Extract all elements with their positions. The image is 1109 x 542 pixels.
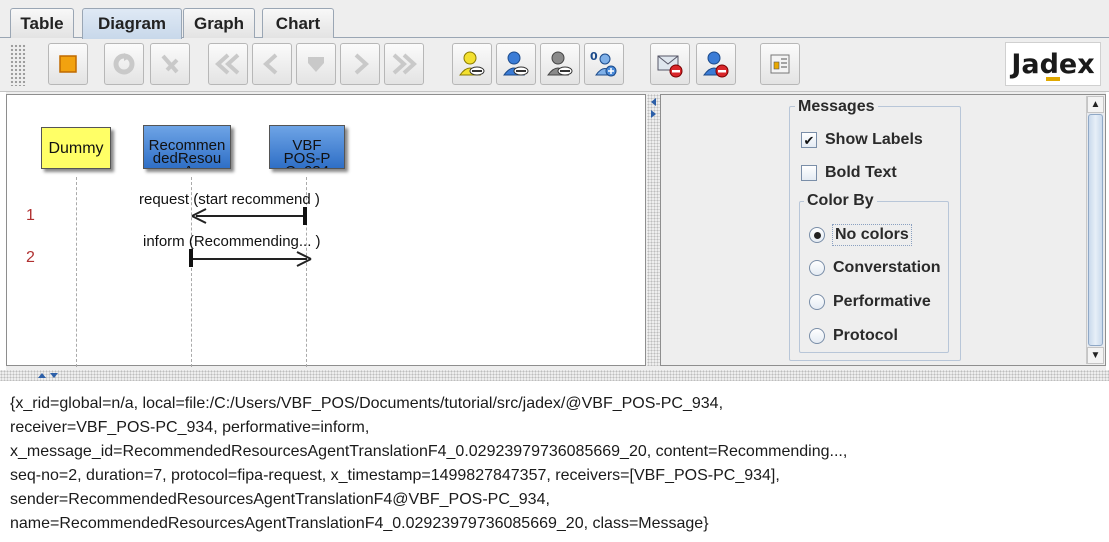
- stop-step-icon: [308, 57, 324, 72]
- previous-icon: [263, 53, 278, 75]
- scroll-thumb[interactable]: [1088, 114, 1103, 346]
- color-by-group-title: Color By: [804, 192, 877, 210]
- agent-label-recommender: Recommen dedResou rcesAgen: [148, 137, 226, 168]
- agent-filter-yellow-icon: [459, 51, 485, 76]
- message-arrow[interactable]: [183, 247, 315, 273]
- message-remove-icon: [657, 55, 683, 78]
- first-button[interactable]: [208, 43, 248, 85]
- last-icon: [392, 53, 417, 75]
- agent-filter-grey-icon: [547, 51, 573, 76]
- bold-text-checkbox[interactable]: Bold Text: [801, 164, 897, 182]
- show-labels-label: Show Labels: [825, 131, 923, 148]
- tab-chart[interactable]: Chart: [262, 8, 334, 38]
- horizontal-split-divider[interactable]: [0, 370, 1109, 381]
- radio-conversation[interactable]: Converstation: [809, 259, 941, 277]
- refresh-icon: [113, 53, 135, 75]
- logo-text: Jadex: [1011, 48, 1095, 80]
- radio-protocol[interactable]: Protocol: [809, 327, 898, 345]
- scroll-up-icon[interactable]: ▲: [1087, 96, 1104, 113]
- refresh-button[interactable]: [104, 43, 144, 85]
- divider-arrows-icon[interactable]: [36, 372, 64, 380]
- sequence-diagram[interactable]: Dummy Recommen dedResou rcesAgen VBF POS…: [6, 94, 646, 367]
- radio-label: Protocol: [833, 327, 898, 344]
- tab-table[interactable]: Table: [10, 8, 74, 38]
- radio-no-colors[interactable]: No colors: [809, 224, 912, 246]
- stop-icon: [59, 55, 77, 73]
- previous-button[interactable]: [252, 43, 292, 85]
- first-icon: [215, 53, 240, 75]
- logo-accent: [1046, 77, 1060, 81]
- row-number: 1: [26, 207, 35, 224]
- agent-box-recommender[interactable]: Recommen dedResou rcesAgen: [143, 125, 231, 169]
- messages-group-title: Messages: [795, 98, 878, 116]
- last-button[interactable]: [384, 43, 424, 85]
- row-number: 2: [26, 249, 35, 266]
- properties-icon: [770, 54, 790, 74]
- main-split-pane: Dummy Recommen dedResou rcesAgen VBF POS…: [6, 92, 1106, 370]
- options-panel: Messages ✔ Show Labels Bold Text Color B…: [660, 94, 1106, 366]
- agent-box-dummy[interactable]: Dummy: [41, 127, 111, 169]
- toolbar: 0 Jadex: [0, 38, 1109, 92]
- svg-text:0: 0: [590, 50, 598, 63]
- radio-label: Performative: [833, 293, 931, 310]
- radio-icon: [809, 328, 825, 344]
- tab-graph[interactable]: Graph: [183, 8, 255, 38]
- radio-performative[interactable]: Performative: [809, 293, 931, 311]
- radio-selected-icon: [809, 227, 825, 243]
- bold-text-label: Bold Text: [825, 164, 897, 181]
- clear-icon: [161, 54, 179, 74]
- show-labels-checkbox[interactable]: ✔ Show Labels: [801, 131, 923, 149]
- radio-icon: [809, 294, 825, 310]
- agent-filter-yellow-button[interactable]: [452, 43, 492, 85]
- checkbox-icon: ✔: [801, 132, 817, 148]
- agent-filter-blue-button[interactable]: [496, 43, 536, 85]
- tab-bar: Table Diagram Graph Chart: [0, 0, 1109, 39]
- radio-icon: [809, 260, 825, 276]
- divider-arrows-icon[interactable]: [650, 96, 658, 122]
- radio-label: No colors: [832, 224, 912, 246]
- message-details-text: {x_rid=global=n/a, local=file:/C:/Users/…: [10, 395, 848, 532]
- scroll-down-icon[interactable]: ▼: [1087, 347, 1104, 364]
- agent-remove-button[interactable]: [696, 43, 736, 85]
- message-arrow[interactable]: [182, 205, 314, 229]
- clear-button[interactable]: [150, 43, 190, 85]
- agent-count-button[interactable]: 0: [584, 43, 624, 85]
- agent-label-dummy: Dummy: [48, 139, 104, 157]
- agent-count-icon: 0: [590, 50, 617, 77]
- options-scrollbar[interactable]: ▲ ▼: [1086, 96, 1104, 364]
- lifeline-dummy: [76, 177, 77, 367]
- stop-step-button[interactable]: [296, 43, 336, 85]
- jadex-logo: Jadex: [1005, 42, 1101, 86]
- checkbox-icon: [801, 165, 817, 181]
- agent-box-vbf[interactable]: VBF POS-P C_934: [269, 125, 345, 169]
- next-icon: [354, 53, 369, 75]
- radio-label: Converstation: [833, 259, 941, 276]
- agent-filter-grey-button[interactable]: [540, 43, 580, 85]
- agent-label-vbf: VBF POS-P C_934: [283, 137, 331, 168]
- properties-button[interactable]: [760, 43, 800, 85]
- agent-remove-icon: [703, 51, 729, 78]
- split-divider[interactable]: [647, 94, 660, 366]
- stop-button[interactable]: [48, 43, 88, 85]
- agent-filter-blue-icon: [503, 51, 529, 76]
- toolbar-grip[interactable]: [10, 44, 26, 86]
- message-remove-button[interactable]: [650, 43, 690, 85]
- next-button[interactable]: [340, 43, 380, 85]
- tab-diagram[interactable]: Diagram: [82, 8, 182, 39]
